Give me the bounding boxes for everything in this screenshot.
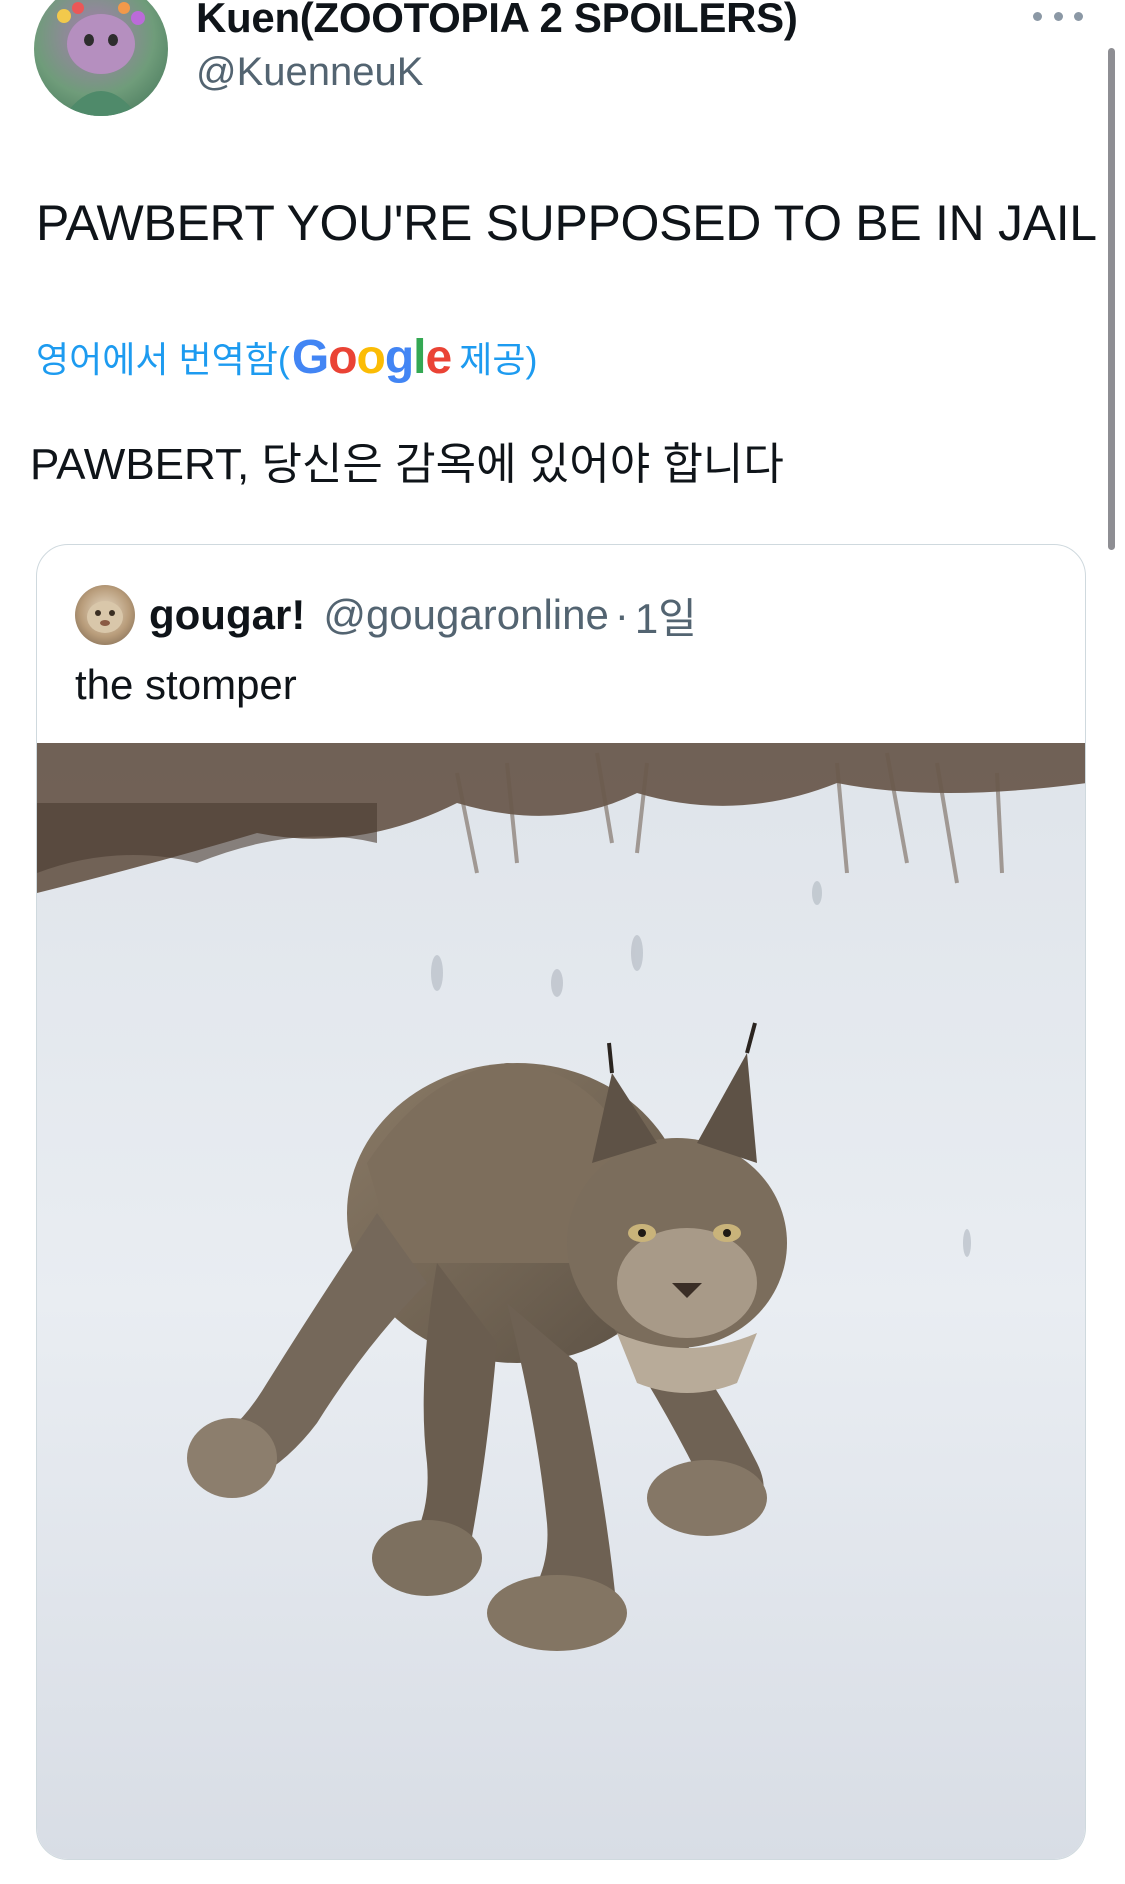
- scrollbar[interactable]: [1108, 48, 1115, 550]
- more-dot: [1074, 11, 1083, 21]
- tweet-text: PAWBERT YOU'RE SUPPOSED TO BE IN JAIL: [36, 195, 1097, 251]
- avatar-art: [57, 2, 145, 116]
- author-avatar[interactable]: [34, 0, 168, 116]
- author-handle[interactable]: @KuenneuK: [196, 50, 423, 95]
- more-dot: [1053, 11, 1063, 21]
- google-logo: Google: [291, 330, 452, 384]
- more-horizontal-icon[interactable]: [1033, 0, 1083, 34]
- quoted-handle[interactable]: @gougaronline: [323, 591, 609, 639]
- more-dot: [1033, 11, 1042, 21]
- quoted-author-avatar[interactable]: [75, 585, 135, 645]
- quoted-display-name[interactable]: gougar!: [149, 591, 305, 639]
- translated-text: PAWBERT, 당신은 감옥에 있어야 합니다: [30, 440, 784, 489]
- quoted-photo[interactable]: [37, 743, 1085, 1859]
- translation-attribution[interactable]: 영어에서 번역함( Google 제공): [36, 330, 537, 384]
- quoted-header: gougar! @gougaronline · 1일: [149, 583, 697, 647]
- quoted-tweet-card[interactable]: gougar! @gougaronline · 1일 the stomper: [36, 544, 1086, 1860]
- author-display-name[interactable]: Kuen(ZOOTOPIA 2 SPOILERS): [196, 0, 798, 42]
- quoted-text: the stomper: [75, 661, 297, 708]
- translation-suffix: 제공): [459, 339, 538, 380]
- quoted-timestamp[interactable]: 1일: [635, 585, 697, 646]
- lynx-photo: [37, 743, 1085, 1859]
- quoted-separator: ·: [614, 591, 629, 638]
- translation-label: 영어에서 번역함(: [36, 339, 290, 380]
- quoted-avatar-art: [87, 601, 123, 633]
